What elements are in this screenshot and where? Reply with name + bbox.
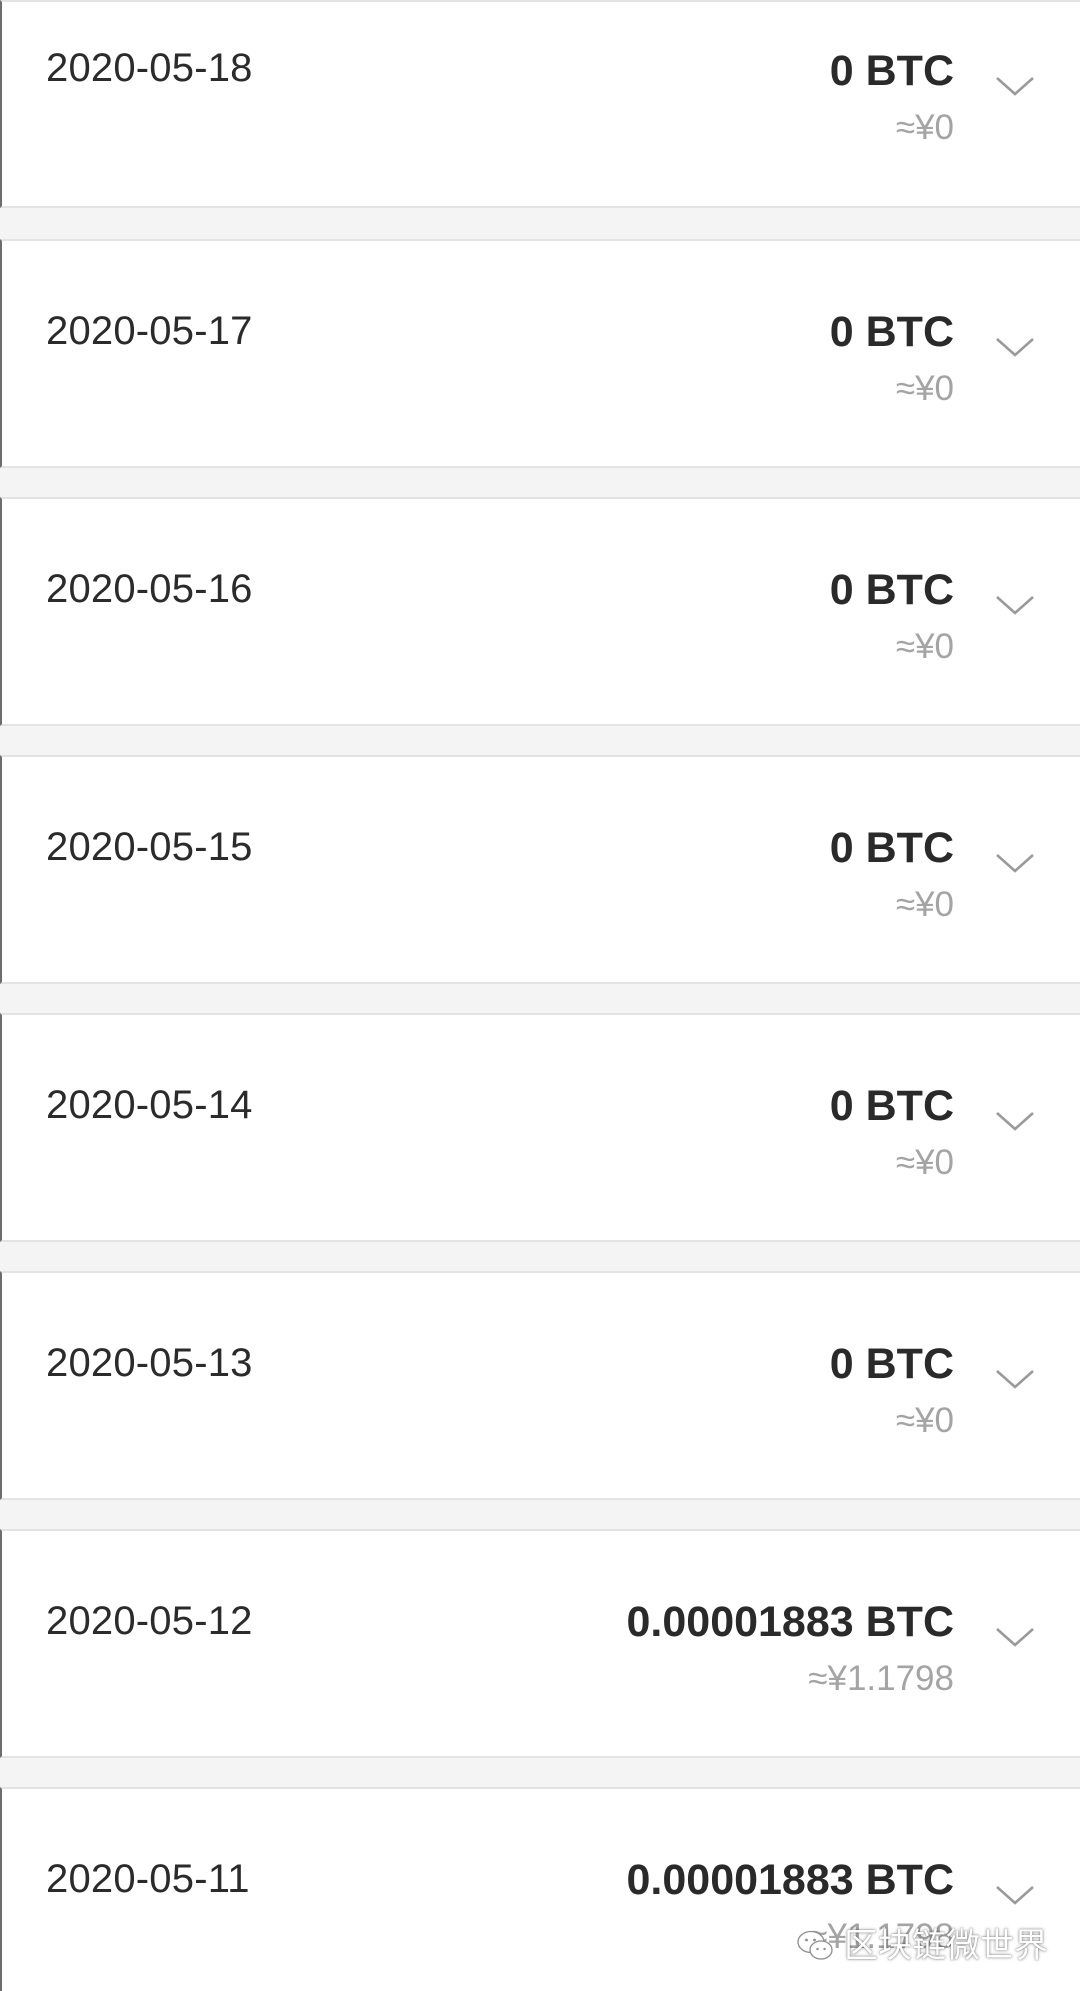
income-row[interactable]: 2020-05-16 0 BTC ≈¥0 [0, 497, 1080, 726]
income-btc-amount: 0 BTC [829, 47, 954, 95]
chevron-down-icon[interactable] [994, 851, 1036, 877]
income-row[interactable]: 2020-05-18 0 BTC ≈¥0 [0, 0, 1080, 208]
income-row[interactable]: 2020-05-17 0 BTC ≈¥0 [0, 239, 1080, 468]
income-cny-estimate: ≈¥0 [895, 627, 954, 666]
chevron-down-icon[interactable] [994, 593, 1036, 619]
income-date: 2020-05-12 [46, 1599, 253, 1643]
chevron-down-icon[interactable] [994, 1625, 1036, 1651]
income-date: 2020-05-17 [46, 309, 253, 353]
income-btc-amount: 0.00001883 BTC [626, 1598, 955, 1646]
income-date: 2020-05-11 [46, 1857, 250, 1901]
income-cny-estimate: ≈¥0 [895, 1401, 954, 1440]
income-date: 2020-05-15 [46, 825, 253, 869]
income-row[interactable]: 2020-05-13 0 BTC ≈¥0 [0, 1271, 1080, 1500]
daily-income-list: 2020-05-18 0 BTC ≈¥0 2020-05-17 0 BTC ≈¥… [0, 0, 1080, 1991]
income-cny-estimate: ≈¥1.1798 [808, 1659, 954, 1698]
income-cny-estimate: ≈¥0 [895, 1143, 954, 1182]
income-date: 2020-05-14 [46, 1083, 253, 1127]
income-row[interactable]: 2020-05-15 0 BTC ≈¥0 [0, 755, 1080, 984]
chevron-down-icon[interactable] [994, 1109, 1036, 1135]
income-date: 2020-05-13 [46, 1341, 253, 1385]
income-cny-estimate: ≈¥1.1798 [808, 1917, 954, 1956]
income-row[interactable]: 2020-05-12 0.00001883 BTC ≈¥1.1798 [0, 1529, 1080, 1758]
chevron-down-icon[interactable] [994, 1367, 1036, 1393]
income-btc-amount: 0.00001883 BTC [626, 1856, 955, 1904]
income-cny-estimate: ≈¥0 [895, 885, 954, 924]
income-cny-estimate: ≈¥0 [895, 369, 954, 408]
chevron-down-icon[interactable] [994, 335, 1036, 361]
income-cny-estimate: ≈¥0 [895, 108, 954, 147]
income-row[interactable]: 2020-05-14 0 BTC ≈¥0 [0, 1013, 1080, 1242]
income-btc-amount: 0 BTC [829, 308, 954, 356]
income-btc-amount: 0 BTC [829, 566, 954, 614]
income-btc-amount: 0 BTC [829, 1082, 954, 1130]
chevron-down-icon[interactable] [994, 74, 1036, 100]
chevron-down-icon[interactable] [994, 1883, 1036, 1909]
income-date: 2020-05-18 [46, 46, 253, 90]
income-row[interactable]: 2020-05-11 0.00001883 BTC ≈¥1.1798 [0, 1787, 1080, 1991]
mining-income-page: 2020-05-18 0 BTC ≈¥0 2020-05-17 0 BTC ≈¥… [0, 0, 1080, 1991]
income-btc-amount: 0 BTC [829, 824, 954, 872]
income-date: 2020-05-16 [46, 567, 253, 611]
income-btc-amount: 0 BTC [829, 1340, 954, 1388]
